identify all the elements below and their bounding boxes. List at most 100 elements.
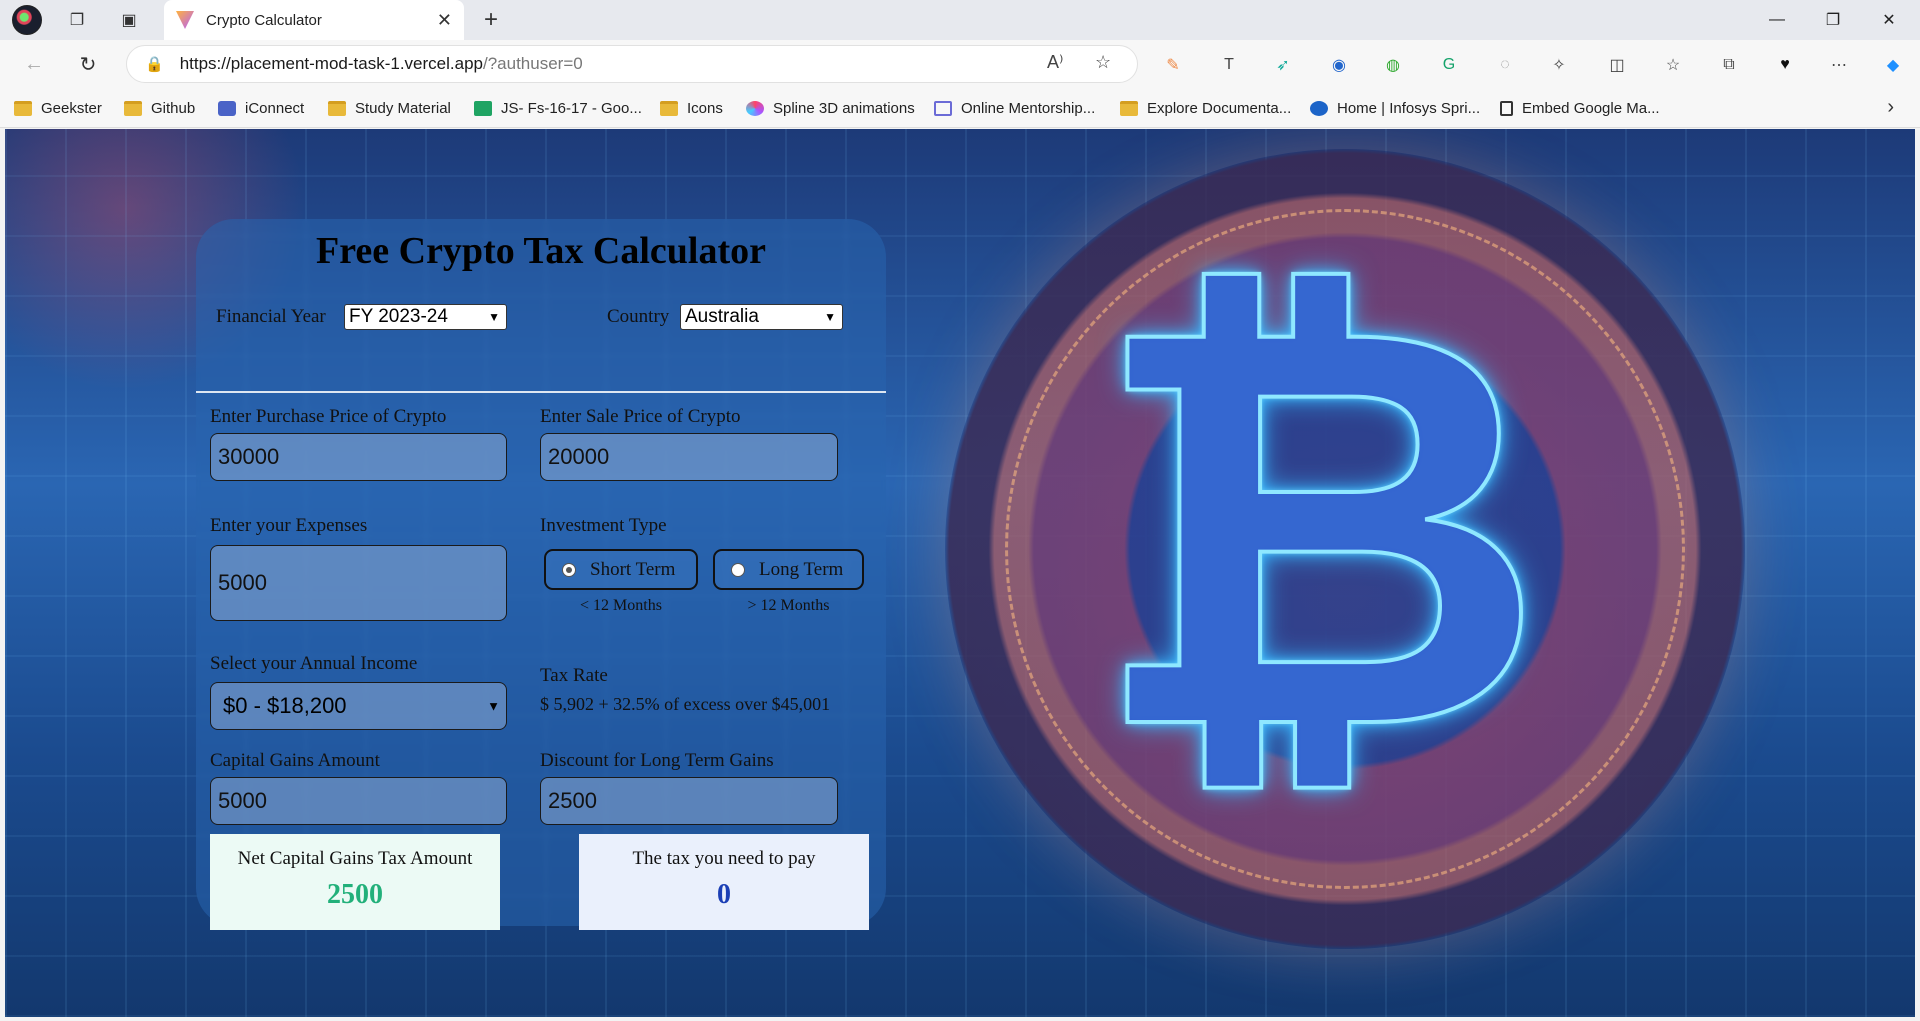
net-tax-result: Net Capital Gains Tax Amount 2500 [210, 834, 500, 930]
bookmark-spline[interactable]: Spline 3D animations [746, 97, 915, 119]
tab-actions-icon[interactable]: ▣ [114, 6, 144, 34]
capital-gains-input[interactable]: 5000 [210, 777, 507, 825]
capital-gains-value: 5000 [218, 788, 267, 813]
bookmark-label: JS- Fs-16-17 - Goo... [501, 99, 642, 117]
radio-checked-icon[interactable] [562, 562, 576, 577]
bookmark-embed-google-maps[interactable]: Embed Google Ma... [1500, 97, 1660, 119]
country-select[interactable]: Australia ▼ [680, 304, 843, 330]
workspaces-icon[interactable]: ❐ [62, 6, 92, 34]
folder-icon [660, 100, 678, 116]
tab-bar: ❐ ▣ Crypto Calculator ✕ + — ❐ ✕ [0, 0, 1920, 40]
new-tab-icon[interactable]: + [476, 6, 506, 34]
sale-price-input[interactable]: 20000 [540, 433, 838, 481]
bookmark-study-material[interactable]: Study Material [328, 97, 451, 119]
capital-gains-label: Capital Gains Amount [210, 750, 380, 771]
bookmark-online-mentorship[interactable]: Online Mentorship... [934, 97, 1095, 119]
annual-income-select[interactable]: $0 - $18,200 ▼ [210, 682, 507, 730]
circle-extension-icon[interactable]: ◉ [1328, 54, 1350, 76]
more-menu-icon[interactable]: ⋯ [1828, 54, 1850, 76]
health-icon[interactable]: ♥ [1774, 54, 1796, 76]
tab-crypto-calculator[interactable]: Crypto Calculator ✕ [164, 0, 464, 40]
long-term-radio[interactable]: Long Term [713, 549, 864, 590]
calendar-icon [934, 100, 952, 116]
short-term-label: Short Term [590, 558, 676, 580]
discount-input[interactable]: 2500 [540, 777, 838, 825]
expenses-label: Enter your Expenses [210, 515, 368, 536]
bookmark-geekster[interactable]: Geekster [14, 97, 102, 119]
bird-extension-icon[interactable]: ➶ [1272, 54, 1294, 76]
url-path: /?authuser=0 [483, 54, 583, 73]
grammarly-icon[interactable]: G [1438, 54, 1460, 76]
globe-extension-icon[interactable]: ◍ [1382, 54, 1404, 76]
minimize-icon[interactable]: — [1750, 0, 1804, 40]
bookmark-iconnect[interactable]: iConnect [218, 97, 304, 119]
tax-to-pay-value: 0 [717, 879, 731, 910]
financial-year-label: Financial Year [216, 306, 326, 327]
lock-icon[interactable]: 🔒 [145, 55, 164, 73]
bookmark-label: Home | Infosys Spri... [1337, 99, 1481, 117]
restore-icon[interactable]: ❐ [1806, 0, 1860, 40]
bookmark-label: Study Material [355, 99, 451, 117]
expenses-input[interactable]: 5000 [210, 545, 507, 621]
close-tab-icon[interactable]: ✕ [437, 10, 452, 31]
bookmark-label: Embed Google Ma... [1522, 99, 1660, 117]
timer-extension-icon[interactable]: ◌ [1494, 54, 1516, 76]
bookmark-label: Github [151, 99, 196, 117]
bookmark-label: Explore Documenta... [1147, 99, 1292, 117]
chevron-right-icon[interactable]: › [1887, 96, 1894, 119]
favorites-icon[interactable]: ☆ [1662, 54, 1684, 76]
tax-to-pay-result: The tax you need to pay 0 [579, 834, 869, 930]
purchase-price-input[interactable]: 30000 [210, 433, 507, 481]
tax-rate-label: Tax Rate [540, 665, 608, 686]
collections-icon[interactable]: ⧉ [1718, 54, 1740, 76]
annual-income-value: $0 - $18,200 [223, 693, 347, 718]
color-picker-extension-icon[interactable]: ✎ [1162, 54, 1184, 76]
extensions-puzzle-icon[interactable]: ✧ [1548, 54, 1570, 76]
purchase-price-label: Enter Purchase Price of Crypto [210, 406, 447, 427]
long-term-label: Long Term [759, 558, 844, 580]
briefcase-icon [218, 100, 236, 116]
folder-icon [14, 100, 32, 116]
profile-avatar[interactable] [12, 5, 42, 35]
bookmark-icons[interactable]: Icons [660, 97, 723, 119]
net-tax-value: 2500 [327, 879, 383, 910]
bookmark-label: Online Mentorship... [961, 99, 1096, 117]
folder-icon [328, 100, 346, 116]
url-host: https://placement-mod-task-1.vercel.app [179, 54, 483, 73]
sale-price-label: Enter Sale Price of Crypto [540, 406, 741, 427]
annual-income-label: Select your Annual Income [210, 653, 418, 674]
bitcoin-symbol-icon: ₿ [1088, 203, 1548, 855]
radio-unchecked-icon[interactable] [731, 562, 745, 577]
page-title: Free Crypto Tax Calculator [316, 230, 766, 272]
chevron-down-icon: ▼ [488, 310, 500, 324]
bookmark-github[interactable]: Github [124, 97, 195, 119]
split-screen-icon[interactable]: ◫ [1606, 54, 1628, 76]
page-viewport: ₿ Free Crypto Tax Calculator Financial Y… [5, 129, 1915, 1017]
vite-favicon-icon [176, 11, 194, 29]
infosys-icon [1310, 100, 1328, 116]
back-icon[interactable]: ← [18, 50, 50, 78]
bookmark-infosys[interactable]: Home | Infosys Spri... [1310, 97, 1480, 119]
expenses-value: 5000 [218, 570, 267, 595]
tax-to-pay-label: The tax you need to pay [632, 848, 816, 869]
text-extension-icon[interactable]: T [1218, 54, 1240, 76]
close-window-icon[interactable]: ✕ [1862, 0, 1916, 40]
bookmark-explore-documentation[interactable]: Explore Documenta... [1120, 97, 1291, 119]
folder-icon [1120, 100, 1138, 116]
long-term-duration: > 12 Months [747, 597, 830, 614]
address-bar[interactable]: 🔒 https://placement-mod-task-1.vercel.ap… [126, 45, 1138, 83]
read-aloud-icon[interactable]: A⁾ [1047, 52, 1063, 73]
investment-type-label: Investment Type [540, 515, 667, 536]
copilot-icon[interactable]: ◆ [1882, 54, 1904, 76]
reload-icon[interactable]: ↻ [72, 50, 104, 78]
financial-year-select[interactable]: FY 2023-24 ▼ [344, 304, 507, 330]
spline-icon [746, 100, 764, 116]
purchase-price-value: 30000 [218, 444, 280, 469]
short-term-radio[interactable]: Short Term [544, 549, 698, 590]
sheets-icon [474, 100, 492, 116]
favorite-star-icon[interactable]: ☆ [1095, 52, 1111, 73]
discount-label: Discount for Long Term Gains [540, 750, 774, 771]
tax-rate-value: $ 5,902 + 32.5% of excess over $45,001 [540, 694, 831, 714]
bookmark-js-sheet[interactable]: JS- Fs-16-17 - Goo... [474, 97, 642, 119]
financial-year-value: FY 2023-24 [349, 306, 448, 327]
